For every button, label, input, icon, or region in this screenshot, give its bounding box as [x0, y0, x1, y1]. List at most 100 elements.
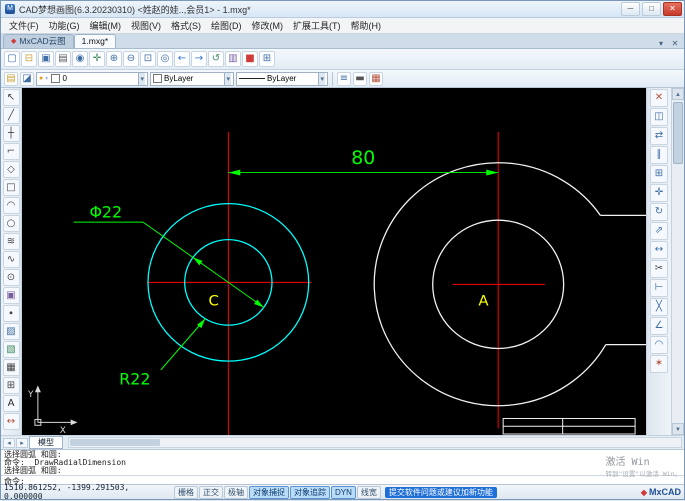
color-select[interactable]: ByLayer ▾ — [150, 71, 234, 86]
toggle-grid[interactable]: 栅格 — [174, 485, 198, 499]
color-picker-icon[interactable]: ▦ — [369, 71, 383, 86]
menu-help[interactable]: 帮助(H) — [346, 18, 387, 33]
select-arrow-icon[interactable]: ↖ — [2, 89, 20, 106]
vertical-scroll-thumb[interactable] — [673, 102, 683, 164]
array-icon[interactable]: ⊞ — [650, 165, 668, 183]
menu-view[interactable]: 视图(V) — [126, 18, 166, 33]
draw-gradient-icon[interactable]: ▧ — [2, 341, 20, 358]
draw-revcloud-icon[interactable]: ≋ — [2, 233, 20, 250]
pan-icon[interactable]: ✛ — [89, 51, 105, 67]
horizontal-scrollbar[interactable] — [68, 437, 682, 448]
lineweight-icon[interactable]: ▬ — [353, 71, 367, 86]
draw-point-icon[interactable]: ∙ — [2, 305, 20, 322]
offset-icon[interactable]: ∥ — [650, 146, 668, 164]
toggle-dyn[interactable]: DYN — [331, 485, 356, 499]
draw-block-icon[interactable]: ▣ — [2, 287, 20, 304]
draw-table-icon[interactable]: ⊞ — [2, 377, 20, 394]
scroll-up-icon[interactable]: ▲ — [672, 88, 684, 100]
drawing-svg[interactable]: 80 Φ22 R22 C A Y X — [22, 88, 646, 435]
scroll-down-icon[interactable]: ▼ — [672, 423, 684, 435]
menu-file[interactable]: 文件(F) — [4, 18, 44, 33]
vertical-scroll-track[interactable] — [672, 100, 684, 423]
menu-modify[interactable]: 修改(M) — [247, 18, 289, 33]
draw-line-icon[interactable]: ╱ — [2, 107, 20, 124]
zoom-in-icon[interactable]: ⊕ — [106, 51, 122, 67]
menu-express-tools[interactable]: 扩展工具(T) — [288, 18, 346, 33]
minimize-button[interactable]: ─ — [621, 2, 640, 16]
draw-arc-icon[interactable]: ◠ — [2, 197, 20, 214]
break-icon[interactable]: ╳ — [650, 298, 668, 316]
redo-icon[interactable]: → — [191, 51, 207, 67]
linetype-select[interactable]: ByLayer ▾ — [236, 71, 328, 86]
command-window[interactable]: 选择圆弧 和圆: 命令: _DrawRadialDimension 选择圆弧 和圆:… — [1, 449, 684, 486]
linetype-caret-icon[interactable]: ▾ — [318, 72, 325, 85]
toggle-ortho[interactable]: 正交 — [199, 485, 223, 499]
vertical-scrollbar[interactable]: ▲ ▼ — [671, 88, 684, 435]
explode-icon[interactable]: ✶ — [650, 355, 668, 373]
move-icon[interactable]: ✛ — [650, 184, 668, 202]
draw-ellipse-icon[interactable]: ⊙ — [2, 269, 20, 286]
diameter-leader[interactable] — [142, 221, 265, 308]
fillet-icon[interactable]: ◠ — [650, 336, 668, 354]
chamfer-icon[interactable]: ∠ — [650, 317, 668, 335]
scale-icon[interactable]: ⇗ — [650, 222, 668, 240]
rotate-icon[interactable]: ↻ — [650, 203, 668, 221]
horizontal-scroll-thumb[interactable] — [70, 439, 160, 446]
dimension-text-diameter[interactable]: Φ22 — [89, 202, 122, 221]
copy-icon[interactable]: ◫ — [650, 108, 668, 126]
label-a[interactable]: A — [478, 293, 488, 310]
toggle-otrack[interactable]: 对象追踪 — [290, 485, 330, 499]
toggle-osnap[interactable]: 对象捕捉 — [249, 485, 289, 499]
draw-xline-icon[interactable]: ┼ — [2, 125, 20, 142]
zoom-extents-icon[interactable]: ◎ — [157, 51, 173, 67]
layer-states-icon[interactable]: ◪ — [20, 71, 34, 86]
close-button[interactable]: ✕ — [663, 2, 682, 16]
extend-icon[interactable]: ⊢ — [650, 279, 668, 297]
radius-leader[interactable] — [160, 318, 206, 371]
menu-format[interactable]: 格式(S) — [166, 18, 206, 33]
menu-edit[interactable]: 编辑(M) — [85, 18, 127, 33]
zoom-window-icon[interactable]: ⊡ — [140, 51, 156, 67]
record-icon[interactable]: ■ — [242, 51, 258, 67]
trim-icon[interactable]: ✂ — [650, 260, 668, 278]
regen-icon[interactable]: ↺ — [208, 51, 224, 67]
find-icon[interactable]: ◉ — [72, 51, 88, 67]
tab-list-icon[interactable]: ▾ — [654, 39, 668, 48]
menu-function[interactable]: 功能(G) — [44, 18, 85, 33]
menu-draw[interactable]: 绘图(D) — [206, 18, 247, 33]
new-icon[interactable]: ▢ — [4, 51, 20, 67]
draw-polygon-icon[interactable]: ◇ — [2, 161, 20, 178]
dimension-text-80[interactable]: 80 — [351, 148, 375, 169]
tab-document-1[interactable]: 1.mxg* — [73, 34, 117, 48]
dimension-text-radius[interactable]: R22 — [119, 370, 150, 389]
layer-properties-icon[interactable]: ▤ — [4, 71, 18, 86]
open-icon[interactable]: ⊟ — [21, 51, 37, 67]
draw-rectangle-icon[interactable]: □ — [2, 179, 20, 196]
fullscreen-icon[interactable]: ⊞ — [259, 51, 275, 67]
color-caret-icon[interactable]: ▾ — [224, 72, 231, 85]
tab-mxcad-cloud[interactable]: ◆ MxCAD云图 — [3, 34, 74, 48]
draworder-icon[interactable]: ▥ — [225, 51, 241, 67]
command-input-row[interactable]: 命令: — [1, 475, 684, 486]
linetype-manager-icon[interactable]: ≡ — [337, 71, 351, 86]
tab-model[interactable]: 模型 — [29, 436, 63, 449]
drawing-canvas[interactable]: 80 Φ22 R22 C A Y X — [22, 88, 646, 435]
draw-dimension-icon[interactable]: ↔ — [2, 413, 20, 430]
layer-caret-icon[interactable]: ▾ — [138, 72, 145, 85]
zoom-out-icon[interactable]: ⊖ — [123, 51, 139, 67]
save-icon[interactable]: ▣ — [38, 51, 54, 67]
draw-circle-icon[interactable]: ○ — [2, 215, 20, 232]
undo-icon[interactable]: ← — [174, 51, 190, 67]
toggle-polar[interactable]: 极轴 — [224, 485, 248, 499]
plot-icon[interactable]: ▤ — [55, 51, 71, 67]
draw-text-icon[interactable]: A — [2, 395, 20, 412]
layer-select[interactable]: ● ◐ 0 ▾ — [36, 71, 148, 86]
draw-hatch-icon[interactable]: ▨ — [2, 323, 20, 340]
toggle-lineweight[interactable]: 线宽 — [356, 485, 381, 499]
close-document-icon[interactable]: ✕ — [668, 39, 682, 48]
draw-spline-icon[interactable]: ∿ — [2, 251, 20, 268]
feedback-link[interactable]: 提交软件问题或建议加新功能 — [384, 486, 497, 498]
label-c[interactable]: C — [209, 293, 219, 310]
maximize-button[interactable]: □ — [642, 2, 661, 16]
draw-polyline-icon[interactable]: ⌐ — [2, 143, 20, 160]
